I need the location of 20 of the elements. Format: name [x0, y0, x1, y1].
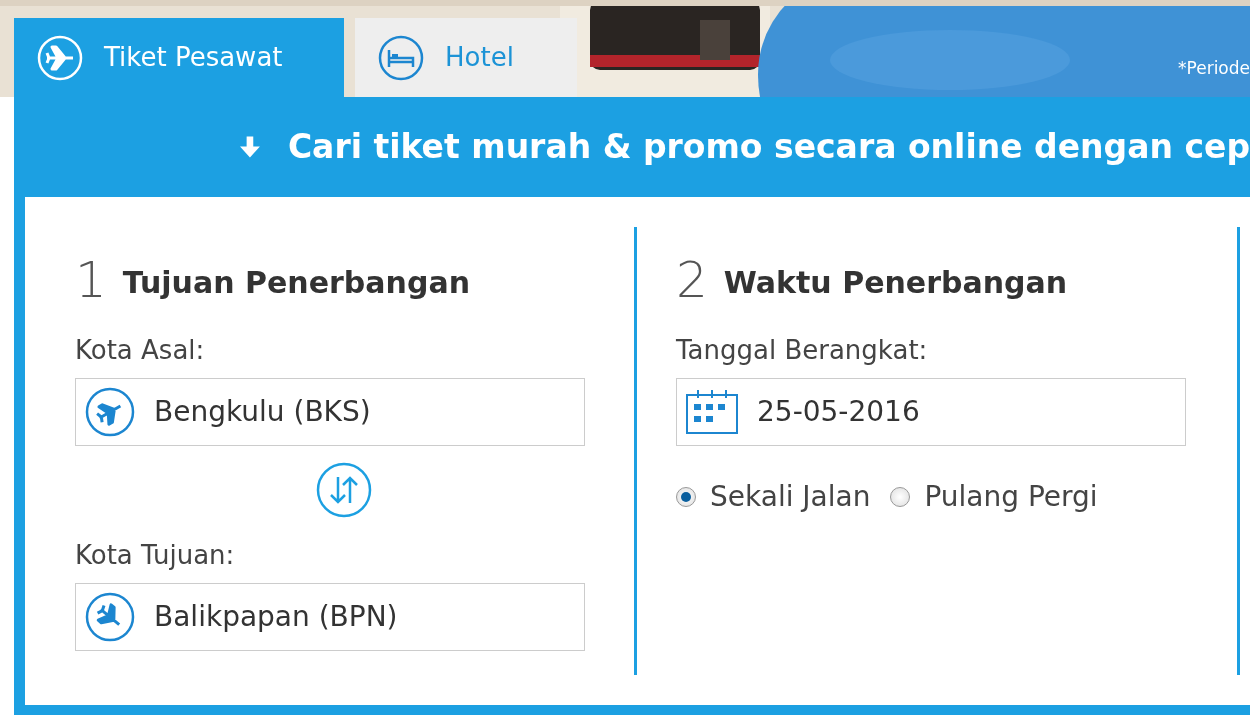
- step-number: 1: [75, 255, 107, 305]
- radio-option[interactable]: Sekali Jalan: [676, 476, 871, 518]
- promo-note: *Periode: [1178, 57, 1250, 80]
- airplane-icon: [84, 386, 136, 438]
- bed-icon: [377, 33, 425, 82]
- swap-button[interactable]: [316, 462, 372, 518]
- field-label: Kota Tujuan:: [75, 539, 236, 572]
- input-field[interactable]: Bengkulu (BKS): [75, 378, 585, 446]
- calendar-icon: [685, 389, 739, 435]
- radio-option[interactable]: Pulang Pergi: [890, 476, 1098, 518]
- input-field[interactable]: 25-05-2016: [676, 378, 1186, 446]
- headline: Cari tiket murah & promo secara online dengan cep: [287, 126, 1250, 169]
- section-title: Tujuan Penerbangan: [122, 264, 470, 302]
- airplane-icon: [84, 591, 136, 643]
- section-title: Waktu Penerbangan: [723, 264, 1068, 302]
- input-field[interactable]: Balikpapan (BPN): [75, 583, 585, 651]
- airplane-icon: [36, 33, 84, 82]
- field-label: Kota Asal:: [75, 334, 206, 367]
- field-label: Tanggal Berangkat:: [676, 334, 929, 367]
- step-number: 2: [676, 255, 708, 305]
